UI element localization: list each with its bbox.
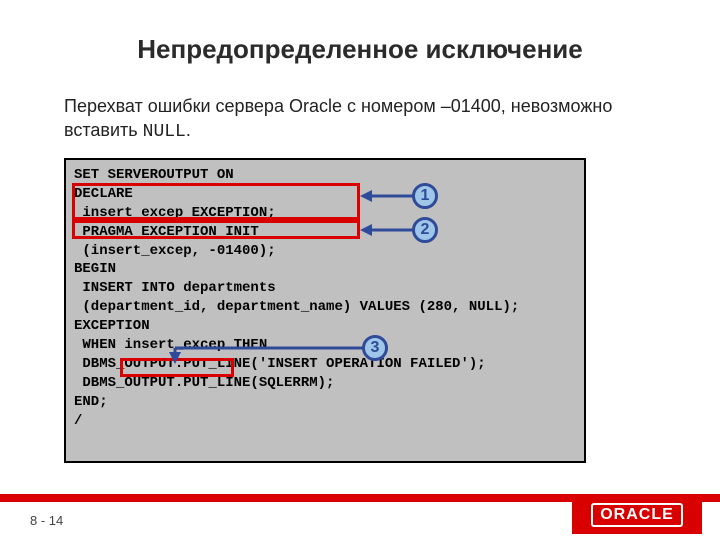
code-line: (insert_excep, -01400);: [74, 242, 576, 261]
code-line: DBMS_OUTPUT.PUT_LINE(SQLERRM);: [74, 374, 576, 393]
callout-2: 2: [412, 217, 438, 243]
code-line: DBMS_OUTPUT.PUT_LINE('INSERT OPERATION F…: [74, 355, 576, 374]
body-text: Перехват ошибки сервера Oracle с номером…: [64, 94, 660, 145]
code-line: INSERT INTO departments: [74, 279, 576, 298]
code-line: SET SERVEROUTPUT ON: [74, 166, 576, 185]
slide-title: Непредопределенное исключение: [0, 34, 720, 65]
code-line: /: [74, 412, 576, 431]
body-post: .: [186, 120, 191, 140]
oracle-logo: ORACLE: [572, 496, 702, 534]
code-line: insert_excep EXCEPTION;: [74, 204, 576, 223]
code-line: EXCEPTION: [74, 317, 576, 336]
code-line: WHEN insert_excep THEN: [74, 336, 576, 355]
callout-3: 3: [362, 335, 388, 361]
code-line: DECLARE: [74, 185, 576, 204]
slide: Непредопределенное исключение Перехват о…: [0, 0, 720, 540]
oracle-logo-text: ORACLE: [591, 503, 683, 527]
code-line: BEGIN: [74, 260, 576, 279]
code-line: (department_id, department_name) VALUES …: [74, 298, 576, 317]
code-line: PRAGMA EXCEPTION_INIT: [74, 223, 576, 242]
code-block: SET SERVEROUTPUT ON DECLARE insert_excep…: [64, 158, 586, 463]
page-number: 8 - 14: [30, 513, 63, 528]
callout-1: 1: [412, 183, 438, 209]
body-mono: NULL: [143, 122, 186, 142]
code-line: END;: [74, 393, 576, 412]
